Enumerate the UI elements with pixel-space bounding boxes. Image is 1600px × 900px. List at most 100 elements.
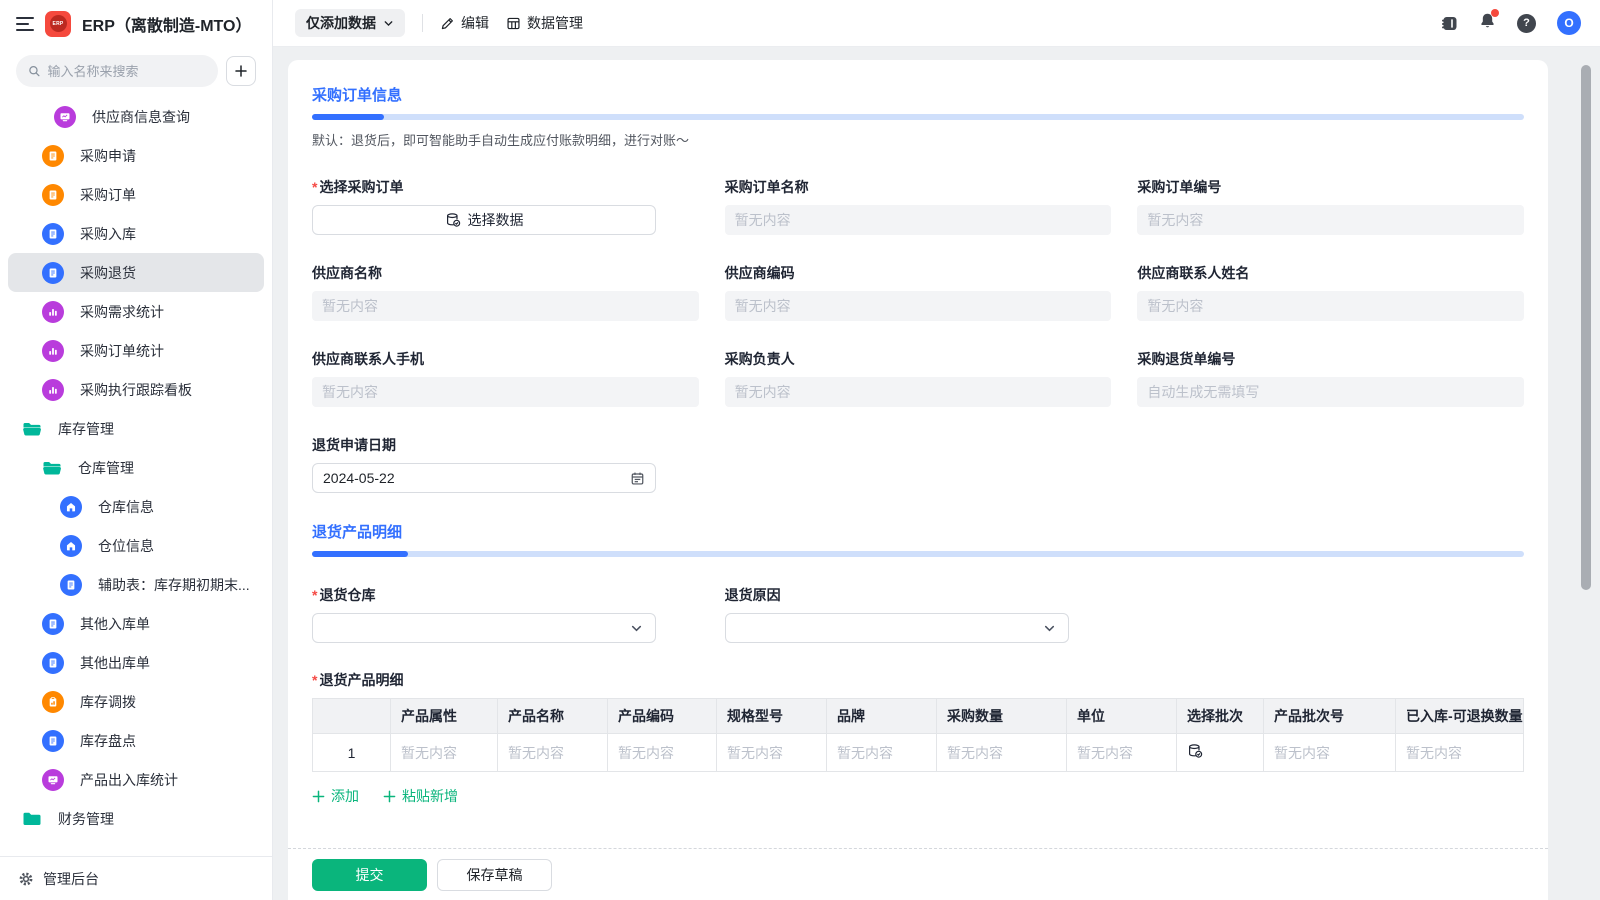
sidebar-item-label: 辅助表：库存期初期末... [98, 575, 250, 595]
vertical-scrollbar[interactable] [1581, 65, 1591, 590]
monitor-chart-icon [42, 769, 64, 791]
field-purchase-owner: 采购负责人 暂无内容 [725, 349, 1112, 407]
submit-button[interactable]: 提交 [312, 859, 427, 891]
notifications-button[interactable] [1479, 12, 1496, 34]
folder-closed-icon [22, 811, 42, 827]
plus-icon [383, 790, 396, 803]
user-avatar[interactable]: O [1557, 11, 1581, 35]
data-mode-dropdown[interactable]: 仅添加数据 [295, 9, 405, 37]
cell-purchase-qty: 暂无内容 [937, 734, 1067, 772]
field-label: 采购退货单编号 [1137, 349, 1235, 369]
section-progress-bar [312, 114, 1524, 120]
sidebar-item-purchase-order[interactable]: 采购订单 [8, 175, 264, 214]
field-label: 退货原因 [725, 585, 781, 605]
sidebar-item-inventory-count[interactable]: 库存盘点 [8, 721, 264, 760]
sidebar-item-purchase-request[interactable]: 采购申请 [8, 136, 264, 175]
sidebar-item-label: 其他出库单 [80, 653, 150, 673]
sidebar-item-purchase-inbound[interactable]: 采购入库 [8, 214, 264, 253]
sidebar-item-bin-info[interactable]: 仓位信息 [8, 526, 264, 565]
paste-add-label: 粘贴新增 [402, 786, 458, 806]
cell-product-name: 暂无内容 [498, 734, 608, 772]
field-order-name: 采购订单名称 暂无内容 [725, 177, 1112, 235]
sidebar-item-product-io-stats[interactable]: 产品出入库统计 [8, 760, 264, 799]
sidebar-item-label: 采购退货 [80, 263, 136, 283]
return-date-picker[interactable]: 2024-05-22 [312, 463, 656, 493]
help-glyph: ? [1523, 17, 1530, 29]
help-button[interactable]: ? [1517, 14, 1536, 33]
cell-returnable-qty: 暂无内容 [1396, 734, 1524, 772]
gear-icon [18, 871, 34, 887]
data-manage-button[interactable]: 数据管理 [506, 13, 583, 33]
sidebar-item-purchase-demand-stats[interactable]: 采购需求统计 [8, 292, 264, 331]
admin-console-button[interactable]: 管理后台 [0, 856, 272, 900]
add-node-button[interactable] [226, 56, 256, 86]
add-row-button[interactable]: 添加 [312, 786, 359, 806]
detail-table-label: 退货产品明细 [319, 670, 403, 690]
col-header-product-attr: 产品属性 [391, 699, 498, 734]
sidebar-item-purchase-return[interactable]: 采购退货 [8, 253, 264, 292]
col-header-product-name: 产品名称 [498, 699, 608, 734]
sidebar-item-purchase-tracking-board[interactable]: 采购执行跟踪看板 [8, 370, 264, 409]
sidebar-item-aux-inventory-table[interactable]: 辅助表：库存期初期末... [8, 565, 264, 604]
sidebar-folder-finance-management[interactable]: 财务管理 [8, 799, 264, 838]
search-input[interactable] [47, 64, 206, 79]
form-card: 采购订单信息 默认：退货后，即可智能助手自动生成应付账款明细，进行对账～ *选择… [288, 60, 1548, 900]
sidebar-item-label: 库存调拨 [80, 692, 136, 712]
bar-chart-icon [42, 301, 64, 323]
home-icon [60, 496, 82, 518]
field-supplier-contact-phone: 供应商联系人手机 暂无内容 [312, 349, 699, 407]
sidebar-folder-warehouse-management[interactable]: 仓库管理 [8, 448, 264, 487]
field-supplier-code: 供应商编码 暂无内容 [725, 263, 1112, 321]
field-label: 采购负责人 [725, 349, 795, 369]
field-select-purchase-order: *选择采购订单 选择数据 [312, 177, 699, 235]
database-select-icon[interactable] [1187, 743, 1203, 759]
col-header-index [313, 699, 391, 734]
supplier-contact-phone-input: 暂无内容 [312, 377, 699, 407]
cell-product-code: 暂无内容 [608, 734, 717, 772]
plus-icon [312, 790, 325, 803]
sidebar-item-purchase-order-stats[interactable]: 采购订单统计 [8, 331, 264, 370]
field-label: 退货申请日期 [312, 435, 396, 455]
sidebar-item-other-inbound[interactable]: 其他入库单 [8, 604, 264, 643]
save-draft-button[interactable]: 保存草稿 [437, 859, 552, 891]
field-label: 供应商联系人姓名 [1137, 263, 1249, 283]
calendar-icon [630, 471, 645, 486]
field-order-no: 采购订单编号 暂无内容 [1137, 177, 1524, 235]
sidebar-item-label: 其他入库单 [80, 614, 150, 634]
document-icon [42, 184, 64, 206]
field-label: 采购订单编号 [1137, 177, 1221, 197]
form-footer: 提交 保存草稿 [288, 848, 1548, 900]
sidebar-toggle-icon[interactable] [1441, 15, 1458, 32]
row-index: 1 [313, 734, 391, 772]
sidebar-search[interactable] [16, 55, 218, 87]
hamburger-menu-icon[interactable] [16, 17, 34, 31]
paste-add-button[interactable]: 粘贴新增 [383, 786, 458, 806]
sidebar-item-other-outbound[interactable]: 其他出库单 [8, 643, 264, 682]
database-select-icon [445, 212, 461, 228]
field-return-order-no: 采购退货单编号 自动生成无需填写 [1137, 349, 1524, 407]
search-icon [28, 64, 40, 78]
section-title-return-detail: 退货产品明细 [312, 493, 1524, 542]
sidebar-item-warehouse-info[interactable]: 仓库信息 [8, 487, 264, 526]
edit-button[interactable]: 编辑 [440, 13, 489, 33]
document-icon [42, 613, 64, 635]
select-data-button[interactable]: 选择数据 [312, 205, 656, 235]
document-icon [42, 223, 64, 245]
order-name-input: 暂无内容 [725, 205, 1112, 235]
field-label: 采购订单名称 [725, 177, 809, 197]
sidebar-item-supplier-info-query[interactable]: 供应商信息查询 [8, 97, 264, 136]
sidebar-item-label: 采购需求统计 [80, 302, 164, 322]
sidebar-item-label: 采购入库 [80, 224, 136, 244]
required-marker: * [312, 179, 317, 195]
return-reason-select[interactable] [725, 613, 1069, 643]
plus-icon [234, 64, 248, 78]
return-warehouse-select[interactable] [312, 613, 656, 643]
sidebar-item-inventory-transfer[interactable]: 库存调拨 [8, 682, 264, 721]
topbar: 仅添加数据 编辑 数据管理 ? O [273, 0, 1600, 47]
field-label: 供应商编码 [725, 263, 795, 283]
return-date-value: 2024-05-22 [323, 470, 395, 486]
data-manage-label: 数据管理 [527, 13, 583, 33]
sidebar-folder-inventory-management[interactable]: 库存管理 [8, 409, 264, 448]
field-label: 供应商联系人手机 [312, 349, 424, 369]
col-header-spec-model: 规格型号 [717, 699, 827, 734]
